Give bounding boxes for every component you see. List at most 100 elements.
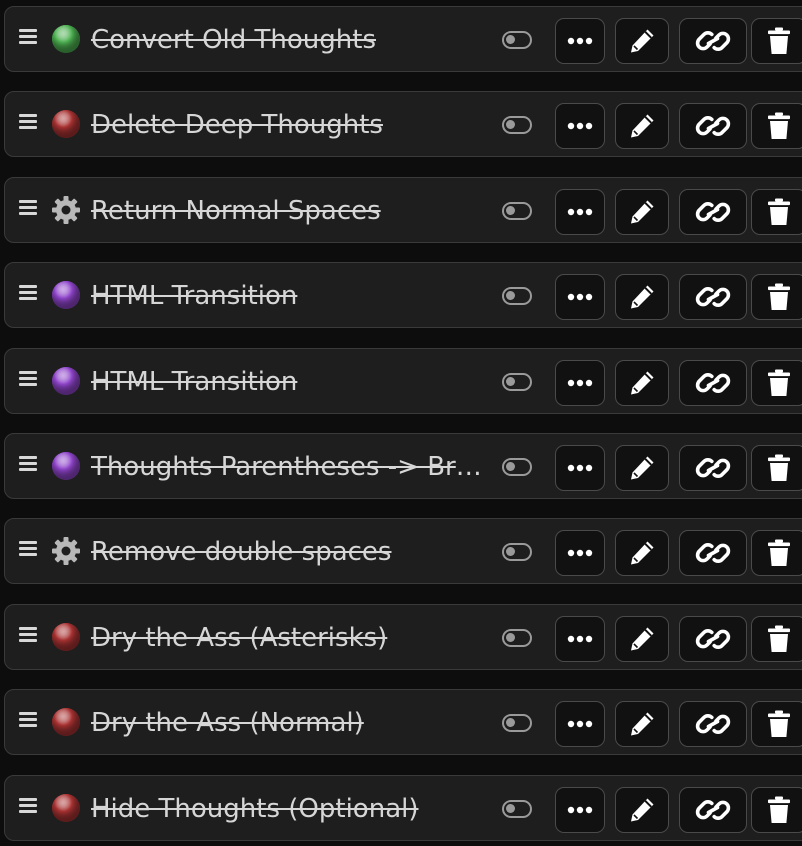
edit-button[interactable] xyxy=(615,445,669,491)
more-options-button[interactable] xyxy=(555,18,605,64)
toggle-off-icon[interactable] xyxy=(502,116,532,134)
link-icon xyxy=(695,452,731,484)
edit-button[interactable] xyxy=(615,360,669,406)
delete-button[interactable] xyxy=(751,787,802,833)
link-button[interactable] xyxy=(679,701,747,747)
regex-script-row[interactable]: Hide Thoughts (Optional) xyxy=(4,775,802,841)
trash-icon xyxy=(766,624,792,654)
ellipsis-icon xyxy=(567,635,593,643)
link-button[interactable] xyxy=(679,445,747,491)
toggle-off-icon[interactable] xyxy=(502,629,532,647)
link-icon xyxy=(695,537,731,569)
edit-button[interactable] xyxy=(615,18,669,64)
regex-script-row[interactable]: HTML Transition xyxy=(4,348,802,414)
script-name: Hide Thoughts (Optional) xyxy=(91,794,419,824)
pencil-icon xyxy=(627,282,657,312)
edit-button[interactable] xyxy=(615,274,669,320)
delete-button[interactable] xyxy=(751,18,802,64)
more-options-button[interactable] xyxy=(555,701,605,747)
drag-handle-icon[interactable] xyxy=(19,456,37,472)
more-options-button[interactable] xyxy=(555,360,605,406)
purple-circle-icon xyxy=(51,280,81,310)
toggle-off-icon[interactable] xyxy=(502,287,532,305)
link-button[interactable] xyxy=(679,18,747,64)
red-circle-icon xyxy=(51,622,81,652)
regex-script-row[interactable]: Delete Deep Thoughts xyxy=(4,91,802,157)
ellipsis-icon xyxy=(567,293,593,301)
drag-handle-icon[interactable] xyxy=(19,541,37,557)
script-name: HTML Transition xyxy=(91,367,298,397)
drag-handle-icon[interactable] xyxy=(19,114,37,130)
link-button[interactable] xyxy=(679,103,747,149)
pencil-icon xyxy=(627,795,657,825)
trash-icon xyxy=(766,795,792,825)
delete-button[interactable] xyxy=(751,530,802,576)
regex-script-row[interactable]: Dry the Ass (Asterisks) xyxy=(4,604,802,670)
regex-script-row[interactable]: Dry the Ass (Normal) xyxy=(4,689,802,755)
regex-script-row[interactable]: Return Normal Spaces xyxy=(4,177,802,243)
regex-script-row[interactable]: Convert Old Thoughts xyxy=(4,6,802,72)
pencil-icon xyxy=(627,197,657,227)
link-button[interactable] xyxy=(679,274,747,320)
drag-handle-icon[interactable] xyxy=(19,200,37,216)
edit-button[interactable] xyxy=(615,787,669,833)
more-options-button[interactable] xyxy=(555,103,605,149)
link-icon xyxy=(695,281,731,313)
edit-button[interactable] xyxy=(615,103,669,149)
delete-button[interactable] xyxy=(751,616,802,662)
link-button[interactable] xyxy=(679,787,747,833)
more-options-button[interactable] xyxy=(555,189,605,235)
edit-button[interactable] xyxy=(615,701,669,747)
script-name: Dry the Ass (Normal) xyxy=(91,708,364,738)
link-button[interactable] xyxy=(679,616,747,662)
more-options-button[interactable] xyxy=(555,530,605,576)
trash-icon xyxy=(766,197,792,227)
toggle-off-icon[interactable] xyxy=(502,714,532,732)
delete-button[interactable] xyxy=(751,274,802,320)
ellipsis-icon xyxy=(567,549,593,557)
pencil-icon xyxy=(627,368,657,398)
trash-icon xyxy=(766,368,792,398)
drag-handle-icon[interactable] xyxy=(19,798,37,814)
more-options-button[interactable] xyxy=(555,445,605,491)
toggle-off-icon[interactable] xyxy=(502,202,532,220)
toggle-off-icon[interactable] xyxy=(502,31,532,49)
drag-handle-icon[interactable] xyxy=(19,627,37,643)
ellipsis-icon xyxy=(567,208,593,216)
delete-button[interactable] xyxy=(751,103,802,149)
regex-script-row[interactable]: HTML Transition xyxy=(4,262,802,328)
delete-button[interactable] xyxy=(751,189,802,235)
link-button[interactable] xyxy=(679,360,747,406)
drag-handle-icon[interactable] xyxy=(19,371,37,387)
regex-script-row[interactable]: Remove double spaces xyxy=(4,518,802,584)
ellipsis-icon xyxy=(567,122,593,130)
pencil-icon xyxy=(627,538,657,568)
red-circle-icon xyxy=(51,707,81,737)
purple-circle-icon xyxy=(51,451,81,481)
delete-button[interactable] xyxy=(751,445,802,491)
link-icon xyxy=(695,623,731,655)
delete-button[interactable] xyxy=(751,360,802,406)
more-options-button[interactable] xyxy=(555,274,605,320)
link-icon xyxy=(695,794,731,826)
more-options-button[interactable] xyxy=(555,787,605,833)
toggle-off-icon[interactable] xyxy=(502,800,532,818)
regex-script-row[interactable]: Thoughts Parentheses -> Brackets xyxy=(4,433,802,499)
more-options-button[interactable] xyxy=(555,616,605,662)
link-button[interactable] xyxy=(679,189,747,235)
drag-handle-icon[interactable] xyxy=(19,285,37,301)
drag-handle-icon[interactable] xyxy=(19,29,37,45)
toggle-off-icon[interactable] xyxy=(502,373,532,391)
trash-icon xyxy=(766,453,792,483)
edit-button[interactable] xyxy=(615,530,669,576)
link-button[interactable] xyxy=(679,530,747,576)
script-name: Delete Deep Thoughts xyxy=(91,110,383,140)
toggle-off-icon[interactable] xyxy=(502,543,532,561)
delete-button[interactable] xyxy=(751,701,802,747)
link-icon xyxy=(695,196,731,228)
pencil-icon xyxy=(627,453,657,483)
edit-button[interactable] xyxy=(615,189,669,235)
toggle-off-icon[interactable] xyxy=(502,458,532,476)
edit-button[interactable] xyxy=(615,616,669,662)
drag-handle-icon[interactable] xyxy=(19,712,37,728)
